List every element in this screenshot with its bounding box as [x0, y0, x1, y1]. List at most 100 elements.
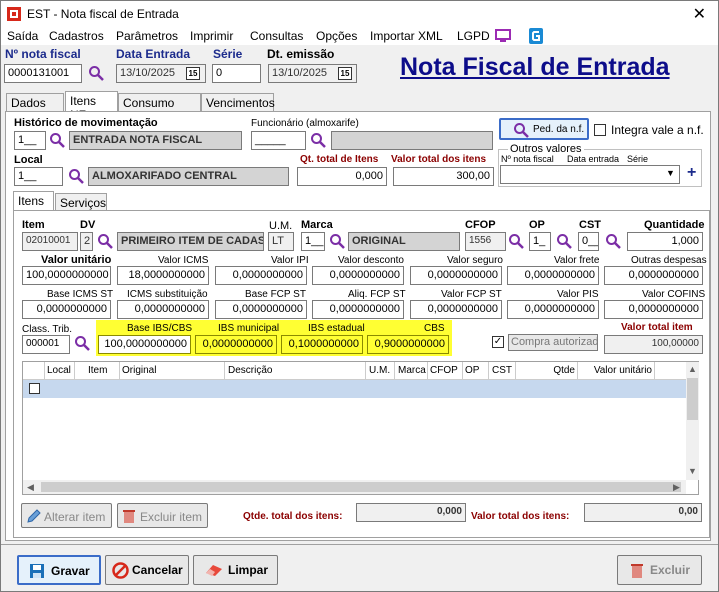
valor-pis-input[interactable]: 0,0000000000	[507, 300, 599, 319]
scroll-up-icon[interactable]: ▲	[688, 364, 697, 374]
search-icon[interactable]	[68, 168, 84, 184]
um-input[interactable]: LT	[268, 232, 294, 251]
calendar-icon[interactable]: 15	[338, 67, 352, 80]
grid-col-cst[interactable]: CST	[490, 362, 516, 380]
valor-seguro-input[interactable]: 0,0000000000	[410, 266, 502, 285]
menu-lgpd[interactable]: LGPD	[457, 29, 490, 43]
calendar-icon[interactable]: 15	[186, 67, 200, 80]
cst-label: CST	[579, 219, 601, 231]
ibs-municipal-input[interactable]: 0,0000000000	[195, 335, 277, 354]
compra-autorizada-checkbox[interactable]: ✓	[492, 336, 504, 348]
compra-autorizada-label[interactable]: Compra autorizada	[508, 334, 598, 351]
tab-consumo-direto[interactable]: Consumo direto	[118, 93, 201, 124]
table-row[interactable]	[23, 380, 686, 398]
grid-col-um[interactable]: U.M.	[367, 362, 395, 380]
hscroll-thumb[interactable]	[41, 482, 681, 492]
excluir-button[interactable]: Excluir	[617, 555, 702, 585]
ped-nf-button[interactable]: Ped. da n.f.	[499, 118, 589, 140]
cbs-input[interactable]: 0,9000000000	[367, 335, 449, 354]
grid-col-cfop[interactable]: CFOP	[428, 362, 463, 380]
valor-fcp-st-input[interactable]: 0,0000000000	[410, 300, 502, 319]
valor-ipi-input[interactable]: 0,0000000000	[215, 266, 307, 285]
valor-frete-input[interactable]: 0,0000000000	[507, 266, 599, 285]
valor-desconto-input[interactable]: 0,0000000000	[312, 266, 404, 285]
search-icon[interactable]	[88, 65, 104, 81]
base-icms-st-input[interactable]: 0,0000000000	[22, 300, 111, 319]
items-grid[interactable]: Local Item Original Descrição U.M. Marca…	[22, 361, 699, 495]
dv-input[interactable]: 2	[80, 232, 93, 251]
menu-imprimir[interactable]: Imprimir	[190, 29, 233, 43]
search-icon[interactable]	[310, 132, 326, 148]
menu-opcoes[interactable]: Opções	[316, 29, 357, 43]
scroll-right-icon[interactable]: ▶	[673, 482, 680, 493]
menu-saida[interactable]: Saída	[7, 29, 38, 43]
valor-unitario-input[interactable]: 100,0000000000	[22, 266, 111, 285]
chevron-down-icon[interactable]: ▼	[666, 168, 675, 178]
grid-col-op[interactable]: OP	[463, 362, 489, 380]
integra-checkbox[interactable]	[594, 124, 606, 136]
quantidade-input[interactable]: 1,000	[627, 232, 703, 251]
add-icon[interactable]: +	[687, 164, 696, 182]
base-fcp-st-input[interactable]: 0,0000000000	[215, 300, 307, 319]
grid-col-original[interactable]: Original	[120, 362, 225, 380]
marca-code-input[interactable]: 1__	[301, 232, 325, 251]
scrollbar-thumb[interactable]	[687, 378, 698, 420]
tab-itens[interactable]: Itens	[13, 191, 54, 211]
grid-col-qtde[interactable]: Qtde	[517, 362, 578, 380]
search-icon[interactable]	[97, 233, 113, 249]
aliq-fcp-st-label: Aliq. FCP ST	[348, 289, 406, 300]
cst-input[interactable]: 0__	[578, 232, 599, 251]
grid-col-marca[interactable]: Marca	[396, 362, 428, 380]
monitor-icon[interactable]	[495, 29, 511, 43]
tab-vencimentos[interactable]: Vencimentos	[201, 93, 275, 111]
ibs-estadual-input[interactable]: 0,1000000000	[281, 335, 363, 354]
excluir-item-button[interactable]: Excluir item	[117, 503, 208, 528]
menu-importar-xml[interactable]: Importar XML	[370, 29, 443, 43]
icms-substituicao-input[interactable]: 0,0000000000	[117, 300, 209, 319]
scroll-down-icon[interactable]: ▼	[688, 466, 697, 476]
valor-icms-input[interactable]: 18,0000000000	[117, 266, 209, 285]
tab-itens-nf[interactable]: Itens NF	[65, 91, 118, 122]
grid-col-item[interactable]: Item	[86, 362, 120, 380]
outras-despesas-input[interactable]: 0,0000000000	[604, 266, 703, 285]
limpar-button[interactable]: Limpar	[193, 555, 278, 585]
grid-col-local[interactable]: Local	[45, 362, 75, 380]
base-ibs-cbs-label: Base IBS/CBS	[127, 323, 193, 334]
scroll-left-icon[interactable]: ◀	[27, 482, 34, 493]
historico-code-input[interactable]: 1__	[14, 131, 46, 150]
aliq-fcp-st-input[interactable]: 0,0000000000	[312, 300, 404, 319]
close-icon[interactable]: ✕	[693, 4, 706, 24]
search-icon[interactable]	[556, 233, 572, 249]
tab-dados-nf[interactable]: Dados NF	[6, 93, 64, 124]
qt-total-value: 0,000	[297, 167, 387, 186]
g-logo-icon[interactable]	[529, 28, 543, 44]
serie-input[interactable]: 0	[212, 64, 261, 83]
nota-fiscal-input[interactable]: 0000131001	[4, 64, 82, 83]
search-icon[interactable]	[605, 233, 621, 249]
gravar-button[interactable]: Gravar	[17, 555, 101, 585]
search-icon[interactable]	[329, 233, 345, 249]
grid-col-indicator	[23, 362, 45, 380]
search-icon[interactable]	[508, 233, 524, 249]
cancelar-button[interactable]: Cancelar	[105, 555, 189, 585]
op-input[interactable]: 1_	[529, 232, 551, 251]
alterar-item-button[interactable]: Alterar item	[21, 503, 112, 528]
tab-servicos[interactable]: Serviços	[55, 193, 107, 211]
search-icon[interactable]	[49, 132, 65, 148]
class-trib-input[interactable]: 000001	[22, 335, 70, 354]
base-ibs-cbs-input[interactable]: 100,0000000000	[98, 335, 191, 354]
row-checkbox[interactable]	[29, 383, 40, 394]
cfop-input[interactable]: 1556	[465, 232, 506, 251]
menu-parametros[interactable]: Parâmetros	[116, 29, 178, 43]
search-icon[interactable]	[74, 335, 90, 351]
valor-cofins-input[interactable]: 0,0000000000	[604, 300, 703, 319]
local-code-input[interactable]: 1__	[14, 167, 63, 186]
item-code-input[interactable]: 02010001	[22, 232, 78, 251]
funcionario-code-input[interactable]: _____	[251, 131, 306, 150]
grid-col-descricao[interactable]: Descrição	[226, 362, 366, 380]
menu-cadastros[interactable]: Cadastros	[49, 29, 104, 43]
grid-col-valor-unitario[interactable]: Valor unitário	[579, 362, 655, 380]
app-icon	[7, 7, 21, 21]
menu-consultas[interactable]: Consultas	[250, 29, 303, 43]
outros-valores-select[interactable]	[500, 165, 680, 184]
